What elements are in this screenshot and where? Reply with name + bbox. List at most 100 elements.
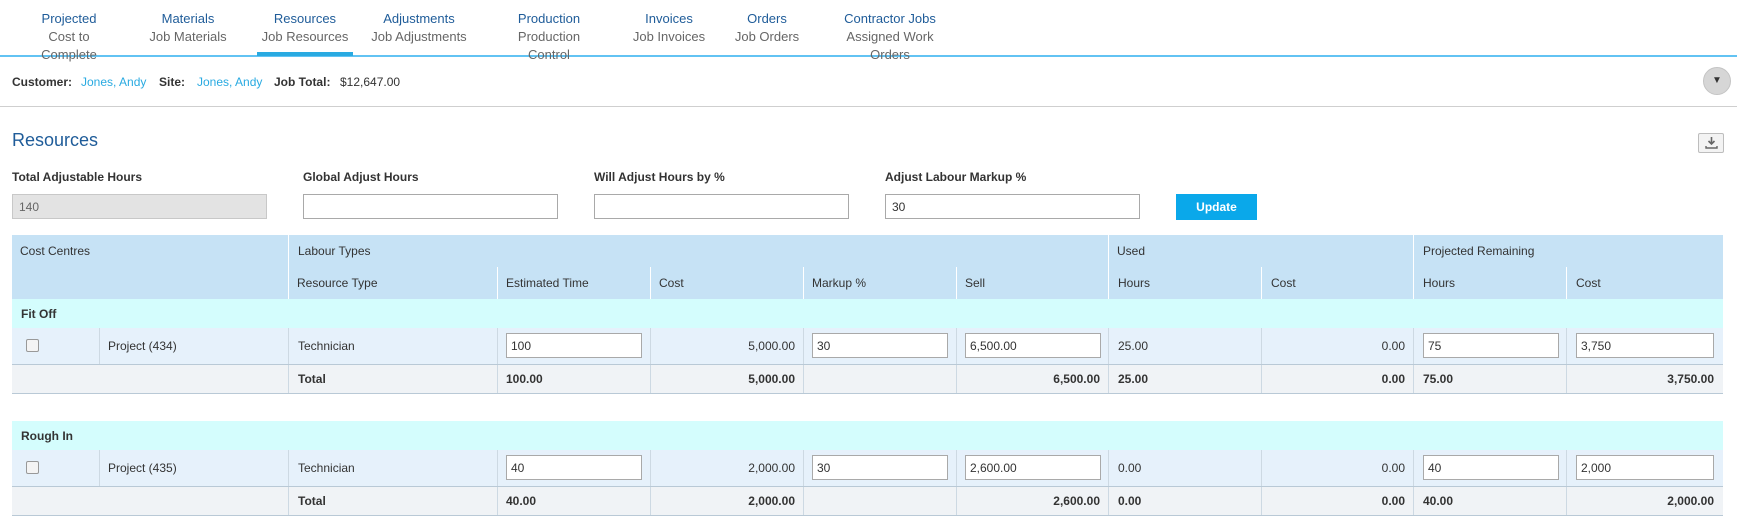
remaining-cost-input[interactable] xyxy=(1576,455,1714,480)
group-name: Fit Off xyxy=(21,307,57,321)
cell-divider xyxy=(1108,487,1109,515)
global-adjust-hours-label: Global Adjust Hours xyxy=(303,170,419,184)
total-remaining-cost: 3,750.00 xyxy=(1667,372,1714,386)
cell-divider xyxy=(650,365,651,393)
header-divider xyxy=(288,235,289,299)
remaining-hours-input[interactable] xyxy=(1423,455,1559,480)
cell-divider xyxy=(1566,450,1567,486)
cell-divider xyxy=(1108,365,1109,393)
cell-divider xyxy=(1566,365,1567,393)
markup-input[interactable] xyxy=(812,455,948,480)
total-remaining-hours: 75.00 xyxy=(1423,372,1454,386)
used-cost-cell: 0.00 xyxy=(1381,461,1405,475)
total-adjustable-hours-label: Total Adjustable Hours xyxy=(12,170,143,184)
total-row: Total 40.00 2,000.00 2,600.00 0.00 0.00 … xyxy=(12,487,1723,516)
tab-label: Invoices xyxy=(645,11,693,26)
site-link[interactable]: Jones, Andy xyxy=(197,75,262,89)
remaining-hours-input[interactable] xyxy=(1423,333,1559,358)
tab-orders[interactable]: Orders Job Orders xyxy=(733,10,801,57)
cell-divider xyxy=(803,328,804,364)
tab-label: Production xyxy=(517,11,581,26)
table-row: Project (435) Technician 2,000.00 0.00 0… xyxy=(12,450,1723,487)
total-used-cost: 0.00 xyxy=(1381,494,1405,508)
cell-divider xyxy=(1261,450,1262,486)
tab-label: Contractor Jobs xyxy=(844,11,936,26)
sell-input[interactable] xyxy=(965,333,1101,358)
chevron-down-icon: ▼ xyxy=(1712,75,1722,86)
tab-sublabel: Job Resources xyxy=(261,29,349,44)
markup-input[interactable] xyxy=(812,333,948,358)
update-button[interactable]: Update xyxy=(1176,194,1257,220)
cell-divider xyxy=(956,450,957,486)
tab-production[interactable]: Production Production Control xyxy=(496,10,602,62)
row-checkbox[interactable] xyxy=(26,461,39,474)
total-label: Total xyxy=(298,372,326,386)
total-sell: 6,500.00 xyxy=(1053,372,1100,386)
tab-contractor-jobs[interactable]: Contractor Jobs Assigned Work Orders xyxy=(826,10,954,62)
customer-link[interactable]: Jones, Andy xyxy=(81,75,146,89)
header-divider xyxy=(956,267,957,299)
tab-resources[interactable]: Resources Job Resources xyxy=(257,10,353,56)
adjust-hours-pct-label: Will Adjust Hours by % xyxy=(594,170,725,184)
total-cost: 2,000.00 xyxy=(748,494,795,508)
total-remaining-hours: 40.00 xyxy=(1423,494,1454,508)
total-remaining-cost: 2,000.00 xyxy=(1667,494,1714,508)
resource-type-cell: Technician xyxy=(298,339,355,353)
total-estimated-time: 100.00 xyxy=(506,372,543,386)
cell-divider xyxy=(803,450,804,486)
cell-divider xyxy=(288,365,289,393)
col-sell: Sell xyxy=(965,276,986,290)
header-divider xyxy=(650,267,651,299)
tab-label: Adjustments xyxy=(383,11,455,26)
header-divider xyxy=(1261,267,1262,299)
cell-divider xyxy=(956,328,957,364)
estimated-time-input[interactable] xyxy=(506,333,642,358)
global-adjust-hours-input[interactable] xyxy=(303,194,558,219)
cost-centre-cell: Project (434) xyxy=(108,339,177,353)
header-divider xyxy=(1108,235,1109,299)
cell-divider xyxy=(288,328,289,364)
used-hours-cell: 0.00 xyxy=(1118,461,1142,475)
tab-label: Projected xyxy=(41,11,97,26)
row-checkbox[interactable] xyxy=(26,339,39,352)
group-row: Fit Off xyxy=(12,299,1723,328)
cell-divider xyxy=(1413,450,1414,486)
adjust-hours-pct-input[interactable] xyxy=(594,194,849,219)
total-used-cost: 0.00 xyxy=(1381,372,1405,386)
customer-label: Customer: xyxy=(12,75,73,89)
remaining-cost-input[interactable] xyxy=(1576,333,1714,358)
header-divider xyxy=(1566,267,1567,299)
cell-divider xyxy=(1261,487,1262,515)
cost-cell: 5,000.00 xyxy=(748,339,795,353)
cell-divider xyxy=(1108,328,1109,364)
download-icon xyxy=(1705,137,1718,149)
header-cost-centres: Cost Centres xyxy=(20,244,91,258)
cell-divider xyxy=(288,487,289,515)
tab-label: Orders xyxy=(747,11,787,26)
collapse-button[interactable]: ▼ xyxy=(1703,67,1731,95)
estimated-time-input[interactable] xyxy=(506,455,642,480)
total-row: Total 100.00 5,000.00 6,500.00 25.00 0.0… xyxy=(12,365,1723,394)
cell-divider xyxy=(803,487,804,515)
tab-invoices[interactable]: Invoices Job Invoices xyxy=(631,10,707,57)
labour-markup-input[interactable] xyxy=(885,194,1140,219)
cell-divider xyxy=(650,487,651,515)
resource-type-cell: Technician xyxy=(298,461,355,475)
export-button[interactable] xyxy=(1698,133,1724,153)
site-label: Site: xyxy=(159,75,186,89)
header-projected-remaining: Projected Remaining xyxy=(1423,244,1535,258)
cell-divider xyxy=(956,487,957,515)
sell-input[interactable] xyxy=(965,455,1101,480)
col-used-hours: Hours xyxy=(1118,276,1151,290)
cell-divider xyxy=(803,365,804,393)
tab-projected[interactable]: Projected Cost to Complete xyxy=(21,10,117,62)
cell-divider xyxy=(1261,365,1262,393)
tab-adjustments[interactable]: Adjustments Job Adjustments xyxy=(371,10,467,57)
tab-materials[interactable]: Materials Job Materials xyxy=(148,10,228,57)
cell-divider xyxy=(497,365,498,393)
cell-divider xyxy=(650,450,651,486)
cell-divider xyxy=(1413,365,1414,393)
tab-sublabel: Job Invoices xyxy=(632,29,706,44)
col-cost: Cost xyxy=(659,276,684,290)
col-markup: Markup % xyxy=(812,276,867,290)
